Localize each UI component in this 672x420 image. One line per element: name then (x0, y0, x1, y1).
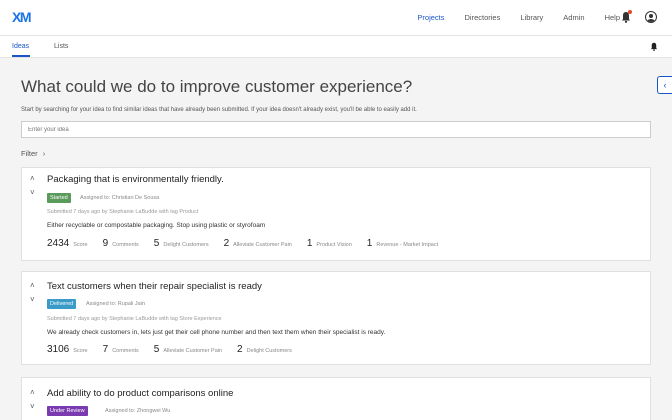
idea-card: ˄ ˅ Text customers when their repair spe… (21, 271, 651, 365)
nav-directories[interactable]: Directories (465, 13, 501, 22)
metric-alleviate-pain: 5 Alleviate Customer Pain (153, 344, 223, 355)
metric-comments[interactable]: 9 Comments (103, 238, 139, 249)
filter-toggle[interactable]: Filter › (21, 149, 45, 158)
status-badge: Under Review (47, 406, 88, 416)
chevron-right-icon: › (42, 149, 46, 158)
notifications-bell-icon[interactable] (621, 10, 632, 23)
submission-info: Submitted 7 days ago by Stephanie LaBudd… (47, 209, 199, 215)
status-badge: Started (47, 193, 71, 203)
nav-projects[interactable]: Projects (417, 13, 444, 22)
metric-delight-customers: 5 Delight Customers (153, 238, 209, 249)
status-badge: Delivered (47, 299, 77, 309)
nav-library[interactable]: Library (520, 13, 543, 22)
assignee: Assigned to: Christian De Sousa (80, 195, 160, 201)
user-account-icon[interactable] (645, 11, 657, 23)
idea-metrics: 2434 Score 9 Comments 5 Delight Customers 2… (47, 238, 453, 249)
downvote-chevron-icon[interactable]: ˅ (30, 295, 35, 304)
nav-admin[interactable]: Admin (563, 13, 584, 22)
notification-dot (628, 10, 632, 14)
page-title: What could we do to improve customer exp… (21, 77, 413, 96)
filter-label: Filter (21, 149, 38, 158)
idea-description: We already check customers in, lets just… (47, 329, 386, 336)
top-nav-menu: Projects Directories Library Admin Help (397, 13, 620, 22)
idea-metrics: 3106 Score 7 Comments 5 Alleviate Customer … (47, 344, 307, 355)
metric-delight-customers: 2 Delight Customers (237, 344, 292, 355)
tab-lists[interactable]: Lists (54, 43, 68, 50)
upvote-chevron-icon[interactable]: ˄ (30, 388, 35, 397)
idea-title[interactable]: Packaging that is environmentally friend… (47, 174, 224, 185)
idea-description: Either recyclable or compostable packagi… (47, 222, 266, 229)
metric-product-vision: 1 Product Vision (306, 238, 352, 249)
idea-card: ˄ ˅ Add ability to do product comparison… (21, 377, 651, 420)
subscription-bell-icon[interactable] (650, 42, 658, 51)
idea-title[interactable]: Add ability to do product comparisons on… (47, 388, 233, 399)
collapse-panel-button[interactable]: ‹ (657, 76, 672, 94)
page-instructions: Start by searching for your idea to find… (21, 107, 417, 113)
idea-title[interactable]: Text customers when their repair special… (47, 281, 262, 292)
active-tab-indicator (12, 55, 30, 57)
top-navigation-bar: XM Projects Directories Library Admin He… (0, 0, 672, 36)
idea-search-input[interactable] (21, 121, 651, 138)
metric-alleviate-pain: 2 Alleviate Customer Pain (223, 238, 292, 249)
metric-comments[interactable]: 7 Comments (103, 344, 139, 355)
assignee: Assigned to: Rupali Jain (86, 301, 146, 307)
assignee: Assigned to: Zhongwei Wu (105, 408, 171, 414)
metric-revenue-impact: 1 Revenue - Market Impact (366, 238, 439, 249)
upvote-chevron-icon[interactable]: ˄ (30, 174, 35, 183)
downvote-chevron-icon[interactable]: ˅ (30, 402, 35, 411)
metric-score: 3106 Score (47, 344, 88, 355)
sub-navigation-bar: Ideas Lists (0, 36, 672, 58)
downvote-chevron-icon[interactable]: ˅ (30, 188, 35, 197)
submission-info: Submitted 7 days ago by Stephanie LaBudd… (47, 316, 222, 322)
metric-score: 2434 Score (47, 238, 88, 249)
xm-logo[interactable]: XM (12, 9, 32, 25)
tab-ideas[interactable]: Ideas (12, 43, 29, 50)
idea-card: ˄ ˅ Packaging that is environmentally fr… (21, 167, 651, 261)
upvote-chevron-icon[interactable]: ˄ (30, 281, 35, 290)
nav-help[interactable]: Help (605, 13, 620, 22)
